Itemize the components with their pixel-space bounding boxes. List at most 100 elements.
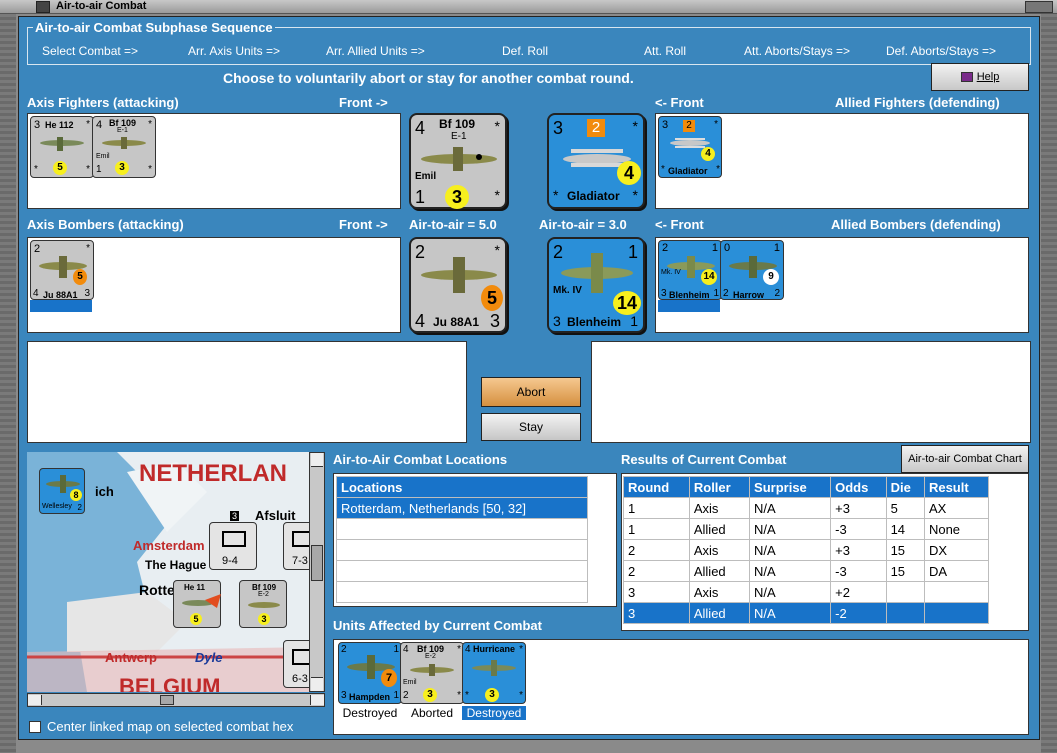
locations-list[interactable]: Locations Rotterdam, Netherlands [50, 32…	[333, 473, 617, 607]
axis-bomber-counter[interactable]: 2 * 5 4 Ju 88A1 3	[30, 240, 94, 300]
affected-status-selected: Destroyed	[462, 706, 526, 720]
he112-plane-icon	[40, 137, 84, 151]
combat-chart-button[interactable]: Air-to-air Combat Chart	[901, 445, 1029, 473]
result-row[interactable]: 1 Axis N/A +3 5 AX	[623, 497, 990, 519]
air-rating-dot: 3	[485, 688, 499, 702]
result-row[interactable]: 3 Allied N/A -2	[623, 602, 990, 624]
col-surprise: Surprise	[749, 476, 832, 498]
window-title: Air-to-air Combat	[56, 0, 147, 12]
allied-fighters-box[interactable]: 3 2 * 4 * Gladiator *	[655, 113, 1029, 209]
center-map-label: Center linked map on selected combat hex	[47, 719, 294, 734]
affected-unit-counter[interactable]: 4 Bf 109 E-2 * Emil 2 3 *	[400, 642, 464, 704]
air-rating-dot: 14	[613, 291, 641, 315]
selection-bar	[658, 300, 720, 312]
map-label-antwerp: Antwerp	[105, 650, 157, 665]
results-title: Results of Current Combat	[621, 452, 787, 467]
affected-units-box[interactable]: 2 1 7 3 Hampden 1 Destroyed 4 Bf 109 E-2…	[333, 639, 1029, 735]
air-to-air-axis-label: Air-to-air = 5.0	[409, 217, 497, 232]
map-label-amsterdam: Amsterdam	[133, 538, 205, 553]
col-round: Round	[623, 476, 690, 498]
affected-title: Units Affected by Current Combat	[333, 618, 542, 633]
locations-header: Locations	[336, 476, 588, 498]
air-rating-dot: 9	[763, 269, 779, 285]
air-to-air-allied-label: Air-to-air = 3.0	[539, 217, 627, 232]
allied-message-box	[591, 341, 1031, 443]
map-label-hague: The Hague	[145, 558, 207, 572]
prompt-text: Choose to voluntarily abort or stay for …	[223, 70, 634, 86]
location-row[interactable]	[336, 518, 588, 540]
scroll-right-icon[interactable]	[310, 695, 324, 705]
abort-button[interactable]: Abort	[481, 377, 581, 407]
scroll-left-icon[interactable]	[28, 695, 42, 705]
air-rating-dot: 4	[701, 147, 715, 161]
map-infantry-unit[interactable]: 3 9-4	[209, 511, 257, 570]
stay-button[interactable]: Stay	[481, 413, 581, 441]
location-row[interactable]	[336, 581, 588, 603]
location-row[interactable]	[336, 560, 588, 582]
col-die: Die	[885, 476, 925, 498]
location-row[interactable]: Rotterdam, Netherlands [50, 32]	[336, 497, 588, 519]
axis-fighters-box[interactable]: 3 He 112 * * 5 * 4 Bf 109 E-1 * Emil 1 3…	[27, 113, 401, 209]
air-rating-dot: 8	[70, 489, 82, 501]
window-controls-icon[interactable]	[1025, 1, 1053, 13]
allied-bomber-counter[interactable]: 2 1 Mk. IV 14 3 Blenheim 1	[658, 240, 722, 300]
affected-unit-counter[interactable]: 4 Hurricane * * 3 *	[462, 642, 526, 704]
window-menu-icon[interactable]	[36, 1, 50, 13]
front-allied-bomber[interactable]: 2 1 Mk. IV 14 3 Blenheim 1	[547, 237, 645, 333]
selection-bar	[30, 300, 92, 312]
air-rating-dot: 5	[53, 161, 67, 175]
title-bar[interactable]: Air-to-air Combat	[0, 0, 1057, 14]
air-rating-dot: 14	[701, 269, 717, 285]
allied-bombers-box[interactable]: 2 1 Mk. IV 14 3 Blenheim 1 0 1 9 2 Harro…	[655, 237, 1029, 333]
allied-fighters-label: Allied Fighters (defending)	[835, 95, 1000, 110]
map-bf109-unit[interactable]: Bf 109 E-2 3	[239, 580, 287, 628]
scroll-down-icon[interactable]	[311, 677, 323, 691]
scroll-thumb[interactable]	[160, 695, 174, 705]
front-axis-fighter[interactable]: 4 Bf 109 E-1 * Emil 1 3 *	[409, 113, 507, 209]
book-icon	[960, 72, 973, 83]
map-wellesley-unit[interactable]: 8 Wellesley 2	[39, 468, 85, 514]
help-button[interactable]: Help	[931, 63, 1029, 91]
axis-fighter-counter[interactable]: 4 Bf 109 E-1 * Emil 1 3 *	[92, 116, 156, 178]
axis-bombers-box[interactable]: 2 * 5 4 Ju 88A1 3	[27, 237, 401, 333]
result-row[interactable]: 1 Allied N/A -3 14 None	[623, 518, 990, 540]
air-rating-dot: 3	[258, 613, 270, 625]
step-arr-axis: Arr. Axis Units =>	[188, 44, 281, 58]
map-horizontal-scrollbar[interactable]	[27, 693, 325, 707]
air-rating-dot: 3	[445, 185, 469, 209]
map-label-ich: ich	[95, 484, 114, 499]
affected-status: Destroyed	[342, 706, 398, 720]
air-rating-dot: 5	[481, 285, 503, 311]
scroll-thumb[interactable]	[311, 545, 323, 581]
right-frame	[1041, 14, 1057, 753]
air-rating-dot: 3	[423, 688, 437, 702]
axis-fighter-counter[interactable]: 3 He 112 * * 5 *	[30, 116, 94, 178]
affected-unit-counter[interactable]: 2 1 7 3 Hampden 1	[338, 642, 402, 704]
air-rating-dot: 4	[617, 161, 641, 185]
front-allied-fighter[interactable]: 3 2 * 4 * Gladiator *	[547, 113, 645, 209]
front-axis-bomber[interactable]: 2 * 5 4 Ju 88A1 3	[409, 237, 507, 333]
sequence-title: Air-to-air Combat Subphase Sequence	[33, 20, 275, 35]
axis-bomber-front-label: Front ->	[339, 217, 388, 232]
air-rating-dot: 7	[381, 669, 397, 687]
linked-map[interactable]: NETHERLAN Amsterdam The Hague Rotterd Af…	[27, 452, 315, 692]
left-frame	[0, 14, 16, 753]
scroll-up-icon[interactable]	[311, 453, 323, 467]
results-table-box: Round Roller Surprise Odds Die Result 1A…	[621, 473, 1029, 631]
map-label-netherlands: NETHERLAN	[139, 460, 287, 487]
result-row[interactable]: 2 Axis N/A +3 15 DX	[623, 539, 990, 561]
hurricane-plane-icon	[472, 660, 516, 676]
center-map-checkbox[interactable]	[29, 721, 41, 733]
result-row[interactable]: 2 Allied N/A -3 15 DA	[623, 560, 990, 582]
allied-front-label: <- Front	[655, 95, 704, 110]
air-rating-dot: 5	[190, 613, 202, 625]
location-row[interactable]	[336, 539, 588, 561]
result-row[interactable]: 3 Axis N/A +2	[623, 581, 990, 603]
results-table: Round Roller Surprise Odds Die Result 1A…	[623, 476, 990, 624]
step-att-aborts: Att. Aborts/Stays =>	[744, 44, 851, 58]
combat-panel: Select Combat => Arr. Axis Units => Arr.…	[18, 16, 1040, 740]
map-label-belgium: BELGIUM	[119, 674, 221, 692]
map-vertical-scrollbar[interactable]	[309, 452, 325, 692]
allied-bomber-counter[interactable]: 0 1 9 2 Harrow 2	[720, 240, 784, 300]
allied-fighter-counter[interactable]: 3 2 * 4 * Gladiator *	[658, 116, 722, 178]
